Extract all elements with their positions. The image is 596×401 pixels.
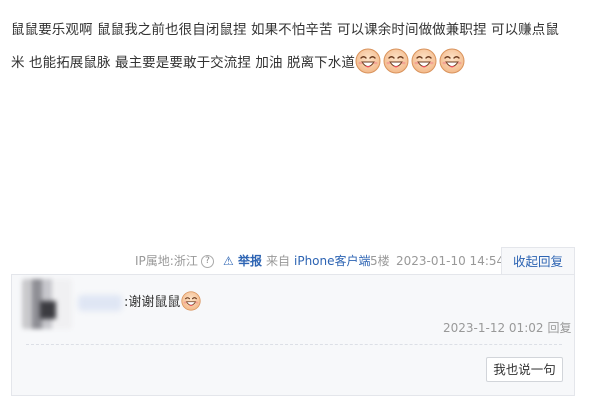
floor-number: 5楼 <box>370 254 390 268</box>
ip-location: IP属地:浙江 <box>135 254 198 268</box>
post-date: 2023-01-10 14:54 <box>396 254 505 268</box>
collapse-replies-button[interactable]: 收起回复 <box>501 247 575 275</box>
device-link[interactable]: iPhone客户端 <box>294 247 371 275</box>
reply-meta: 2023-1-12 01:02 回复 <box>443 319 572 336</box>
post-content: 鼠鼠要乐观啊 鼠鼠我之前也很自闭鼠捏 如果不怕辛苦 可以课余时间做做兼职捏 可以… <box>11 14 583 80</box>
smiling-face-emoji-icon <box>383 48 409 74</box>
smiling-face-emoji-icon <box>411 48 437 74</box>
report-link[interactable]: 举报 <box>238 247 262 275</box>
reply-button[interactable]: 回复 <box>548 321 572 335</box>
reply-content: :谢谢鼠鼠 <box>124 291 203 314</box>
post-text-line-1: 鼠鼠要乐观啊 鼠鼠我之前也很自闭鼠捏 如果不怕辛苦 可以课余时间做做兼职捏 可以… <box>11 22 559 38</box>
reply-text: :谢谢鼠鼠 <box>124 295 181 310</box>
divider <box>26 344 562 345</box>
smiling-face-emoji-icon <box>181 291 202 311</box>
reply-panel: :谢谢鼠鼠 2023-1-12 01:02 回复 我也说一句 <box>11 274 575 396</box>
username-link[interactable] <box>78 295 122 311</box>
say-something-button[interactable]: 我也说一句 <box>486 357 563 382</box>
help-icon[interactable]: ? <box>201 255 214 268</box>
post-text-line-2: 米 也能拓展鼠脉 最主要是要敢于交流捏 加油 脱离下水道 <box>11 55 355 71</box>
from-label: 来自 <box>266 254 291 268</box>
post-text-line-2-wrap: 米 也能拓展鼠脉 最主要是要敢于交流捏 加油 脱离下水道 <box>11 47 583 80</box>
reply-time: 2023-1-12 01:02 <box>443 321 544 335</box>
smiling-face-emoji-icon <box>439 48 465 74</box>
smiling-face-emoji-icon <box>355 48 381 74</box>
avatar[interactable] <box>22 279 72 329</box>
report-warning-icon[interactable]: ⚠ <box>223 247 234 275</box>
